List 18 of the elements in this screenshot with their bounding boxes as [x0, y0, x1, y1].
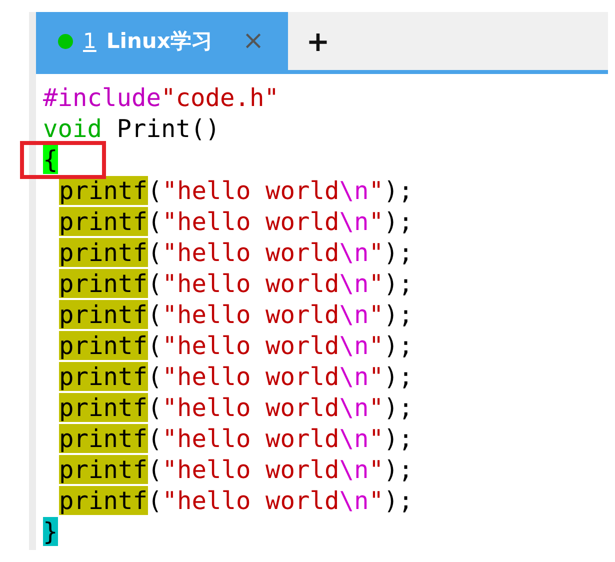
code-line: printf("hello world\n");	[58, 330, 414, 361]
code-line: printf("hello world\n");	[58, 361, 414, 392]
close-tab-button[interactable]: ×	[242, 26, 264, 56]
code-line: printf("hello world\n");	[58, 237, 414, 268]
tab-number: 1	[83, 29, 96, 53]
editor-tab[interactable]: 1 Linux学习 ×	[36, 12, 288, 70]
code-line: printf("hello world\n");	[58, 206, 414, 237]
code-line: printf("hello world\n");	[58, 299, 414, 330]
code-line: printf("hello world\n");	[58, 392, 414, 423]
tab-title: Linux学习	[106, 28, 212, 55]
code-line: void Print()	[43, 113, 222, 144]
code-line: printf("hello world\n");	[58, 485, 414, 516]
code-line: printf("hello world\n");	[58, 423, 414, 454]
code-line: printf("hello world\n");	[58, 175, 414, 206]
code-line: printf("hello world\n");	[58, 268, 414, 299]
code-line: printf("hello world\n");	[58, 454, 414, 485]
code-line: #include"code.h"	[43, 82, 280, 113]
new-tab-button[interactable]: +	[288, 24, 348, 58]
